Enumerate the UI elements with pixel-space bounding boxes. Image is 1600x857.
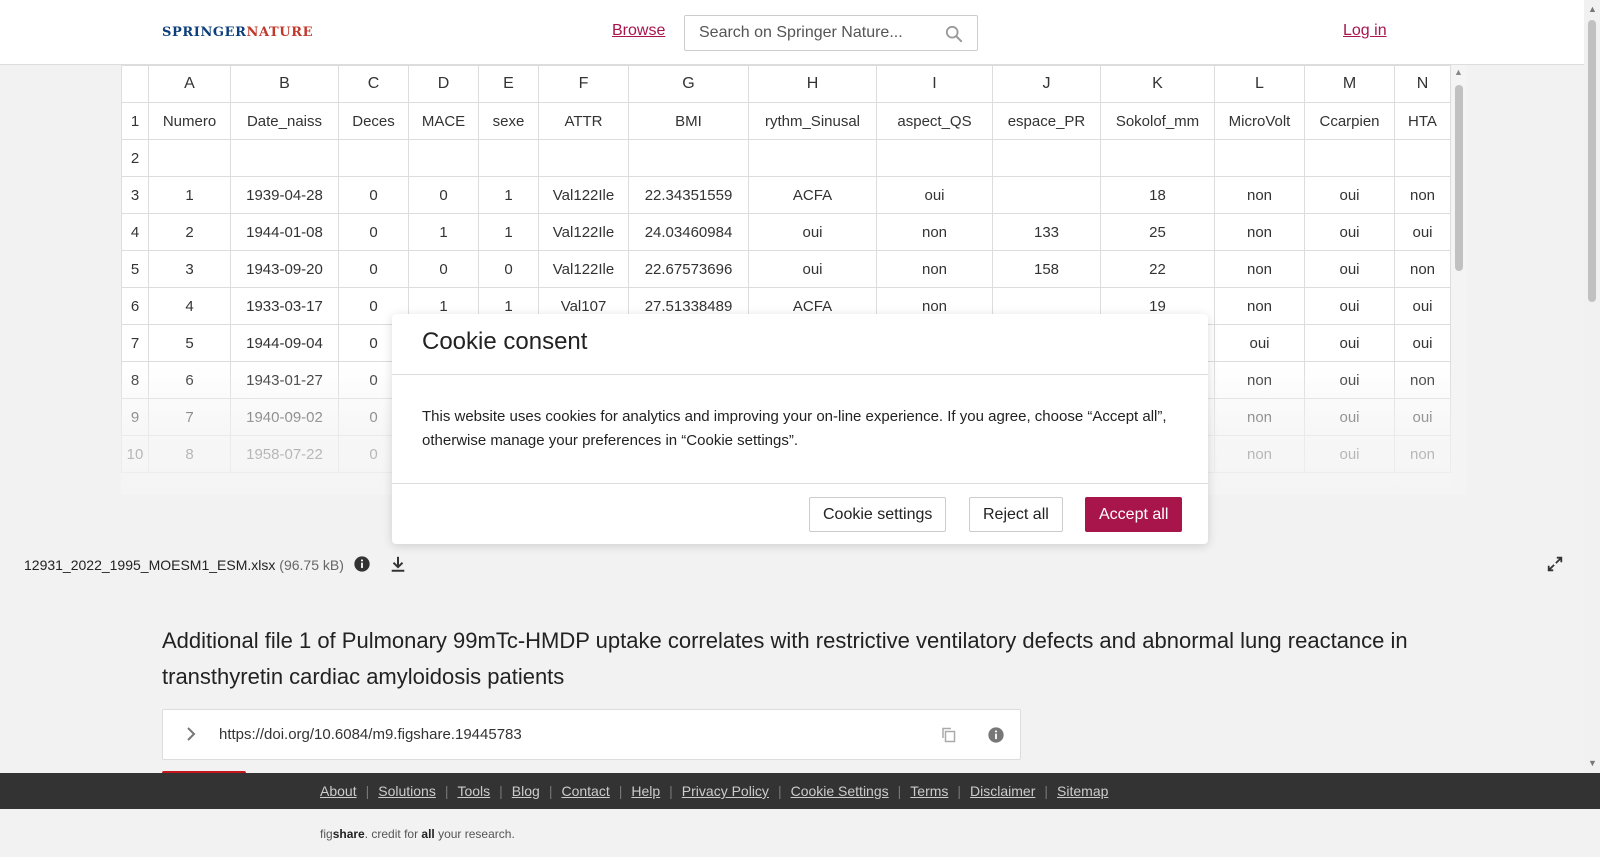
cookie-dialog-header: Cookie consent: [392, 314, 1208, 375]
accept-all-button[interactable]: Accept all: [1085, 497, 1183, 532]
cookie-dialog-footer: Cookie settings Reject all Accept all: [392, 484, 1208, 544]
reject-all-button[interactable]: Reject all: [969, 497, 1063, 532]
cookie-consent-dialog: Cookie consent This website uses cookies…: [392, 314, 1208, 544]
cookie-dialog-body: This website uses cookies for analytics …: [392, 375, 1208, 484]
cookie-overlay: Cookie consent This website uses cookies…: [0, 0, 1600, 857]
cookie-settings-button[interactable]: Cookie settings: [809, 497, 947, 532]
cookie-dialog-title: Cookie consent: [422, 328, 588, 355]
